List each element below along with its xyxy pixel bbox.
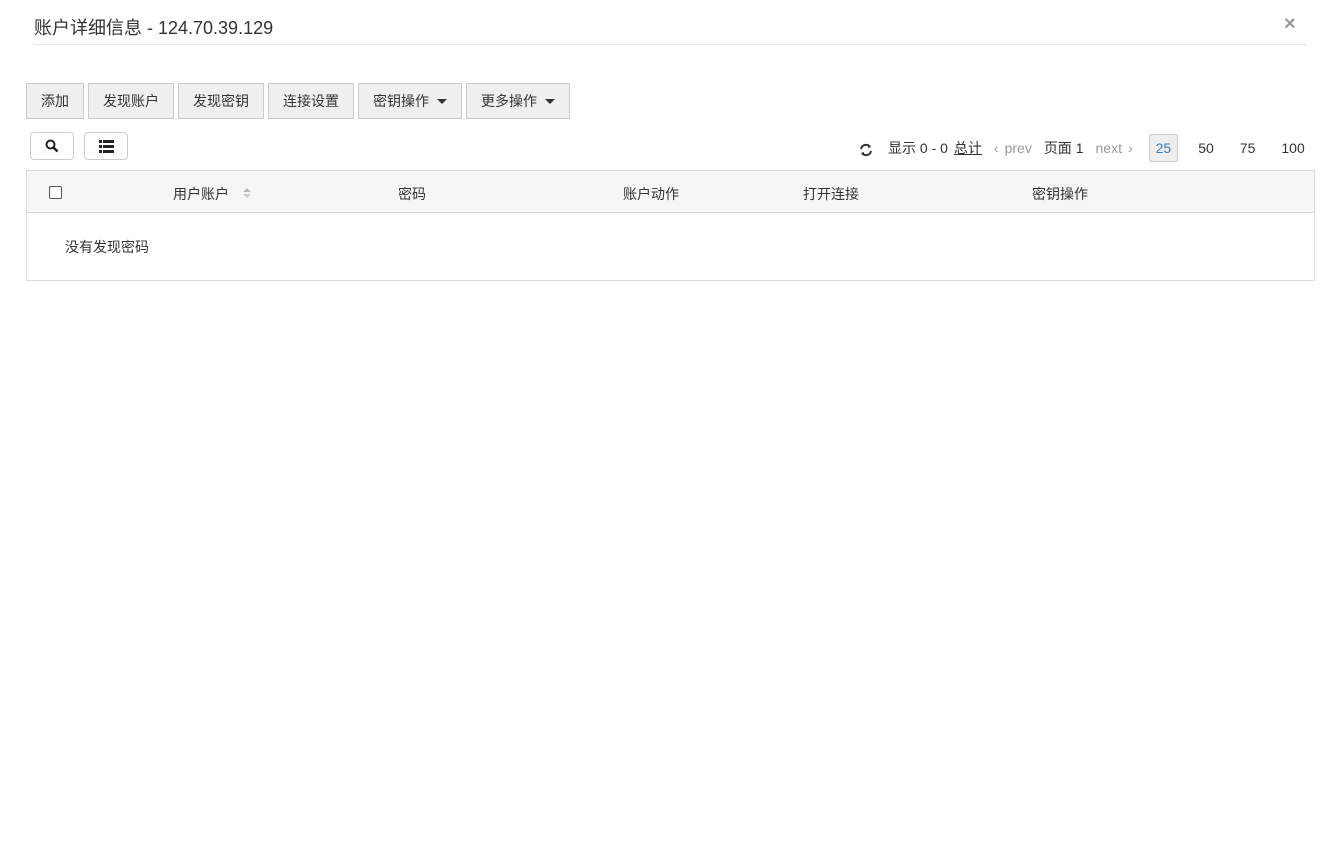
key-ops-dropdown[interactable]: 密钥操作 xyxy=(358,83,462,119)
total-link[interactable]: 总计 xyxy=(954,138,982,158)
column-label: 用户账户 xyxy=(173,186,229,202)
showing-text: 显示 0 - 0 xyxy=(888,140,948,156)
empty-message: 没有发现密码 xyxy=(65,239,149,255)
column-header-key-ops: 密钥操作 xyxy=(1032,186,1088,202)
table-header: 用户账户 密码 账户动作 打开连接 密钥操作 xyxy=(27,171,1314,213)
next-link[interactable]: next xyxy=(1096,140,1122,156)
page-indicator: 页面 1 xyxy=(1043,140,1084,156)
page-size-50[interactable]: 50 xyxy=(1192,134,1220,162)
column-header-user-account[interactable]: 用户账户 xyxy=(173,184,251,204)
list-icon xyxy=(98,139,114,153)
key-ops-label: 密钥操作 xyxy=(373,93,429,109)
page-size-25[interactable]: 25 xyxy=(1148,134,1179,162)
caret-down-icon xyxy=(437,98,447,104)
column-header-password: 密码 xyxy=(398,186,426,202)
next-chevron-icon[interactable]: › xyxy=(1128,140,1133,156)
caret-down-icon xyxy=(545,98,555,104)
more-ops-dropdown[interactable]: 更多操作 xyxy=(466,83,570,119)
search-button[interactable] xyxy=(30,132,74,160)
more-ops-label: 更多操作 xyxy=(481,93,537,109)
pagination: 显示 0 - 0 总计 ‹ prev 页面 1 next › 25 50 75 … xyxy=(858,134,1317,162)
dialog-title: 账户详细信息 - 124.70.39.129 xyxy=(34,18,274,38)
divider xyxy=(34,44,1307,45)
toolbar: 添加 发现账户 发现密钥 连接设置 密钥操作 更多操作 xyxy=(26,83,570,119)
refresh-icon[interactable] xyxy=(858,142,874,158)
prev-link[interactable]: prev xyxy=(1005,140,1032,156)
discover-accounts-button[interactable]: 发现账户 xyxy=(88,83,174,119)
page-size-75[interactable]: 75 xyxy=(1234,134,1262,162)
accounts-table: 用户账户 密码 账户动作 打开连接 密钥操作 没有发现密码 xyxy=(26,170,1315,281)
connection-settings-button[interactable]: 连接设置 xyxy=(268,83,354,119)
close-button[interactable]: × xyxy=(1284,13,1296,36)
discover-keys-button[interactable]: 发现密钥 xyxy=(178,83,264,119)
prev-chevron-icon[interactable]: ‹ xyxy=(994,140,999,156)
search-icon xyxy=(45,139,59,153)
page-size-100[interactable]: 100 xyxy=(1275,134,1310,162)
select-all-checkbox[interactable] xyxy=(49,186,62,199)
columns-button[interactable] xyxy=(84,132,128,160)
column-header-open-connection: 打开连接 xyxy=(803,186,859,202)
add-button[interactable]: 添加 xyxy=(26,83,84,119)
sort-icon xyxy=(242,188,251,198)
column-header-account-action: 账户动作 xyxy=(623,186,679,202)
